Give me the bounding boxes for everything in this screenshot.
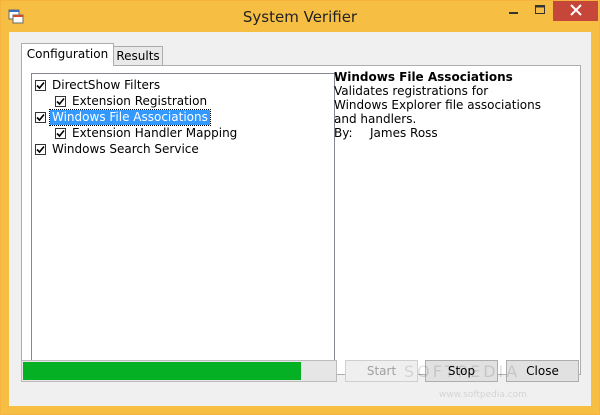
close-icon: [569, 3, 582, 19]
client-area: Configuration Results DirectShow Filters…: [9, 32, 591, 406]
checkbox[interactable]: [35, 143, 46, 155]
tree-item[interactable]: Extension Handler Mapping: [55, 125, 239, 141]
author-label: By:: [334, 126, 353, 140]
close-window-button[interactable]: [553, 1, 598, 21]
tree-item[interactable]: Windows File Associations: [35, 108, 211, 126]
maximize-button[interactable]: [527, 1, 553, 21]
watermark: SOFTPEDIA: [404, 362, 521, 381]
tree-item-label: Extension Handler Mapping: [72, 125, 238, 140]
tab-results[interactable]: Results: [113, 46, 163, 66]
app-window: System Verifier Configuration Results Di…: [0, 0, 600, 415]
tab-configuration[interactable]: Configuration: [21, 43, 114, 66]
details-title: Windows File Associations: [334, 70, 513, 84]
tab-label: Results: [116, 49, 160, 63]
tree-item-label: Windows Search Service: [52, 141, 199, 156]
details-author-row: By: James Ross: [334, 126, 544, 140]
checkmark-icon: [36, 81, 45, 89]
checkmark-icon: [56, 97, 65, 105]
tree-item[interactable]: DirectShow Filters: [35, 77, 162, 93]
tab-label: Configuration: [26, 47, 109, 61]
watermark-url: www.softpedia.com: [439, 390, 527, 400]
checkbox[interactable]: [35, 79, 46, 91]
checkbox[interactable]: [55, 127, 66, 139]
checkmark-icon: [56, 129, 65, 137]
checkbox[interactable]: [55, 95, 66, 107]
minimize-button[interactable]: [501, 1, 527, 21]
tree-item[interactable]: Windows Search Service: [35, 141, 201, 157]
author-name: James Ross: [370, 126, 438, 140]
details-panel: Windows File Associations Validates regi…: [334, 70, 544, 140]
checkmark-icon: [36, 145, 45, 153]
maximize-icon: [535, 4, 545, 18]
verifier-tree[interactable]: DirectShow Filters Extension Registratio…: [31, 73, 335, 362]
checkmark-icon: [36, 113, 45, 121]
title-bar[interactable]: System Verifier: [1, 1, 599, 32]
tree-item[interactable]: Extension Registration: [55, 93, 209, 109]
tree-item-label: Windows File Associations: [49, 108, 211, 126]
details-description: Validates registrations for Windows Expl…: [334, 84, 541, 126]
tree-item-label: DirectShow Filters: [52, 77, 161, 92]
tree-item-label: Extension Registration: [72, 93, 208, 108]
progress-fill: [23, 362, 301, 380]
progress-bar: [21, 360, 337, 382]
minimize-icon: [509, 4, 519, 18]
checkbox[interactable]: [35, 111, 46, 123]
